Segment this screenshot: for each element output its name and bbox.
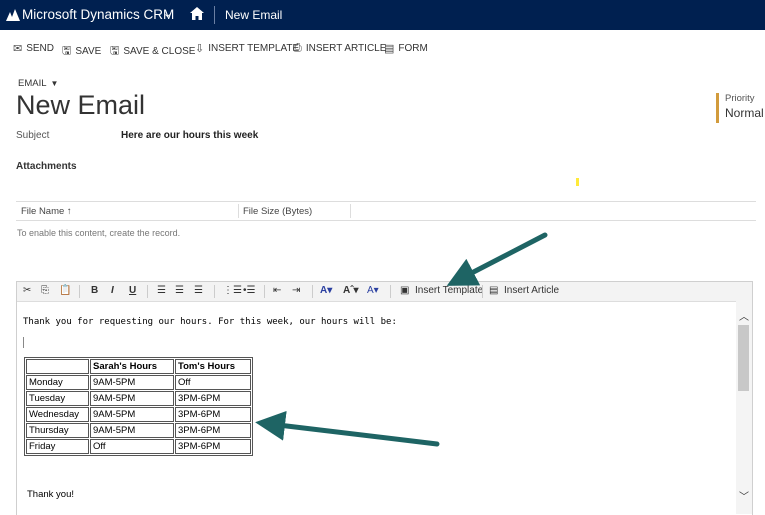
annotation-arrow-to-insert-template (446, 232, 548, 286)
annotation-arrows (255, 232, 548, 447)
annotation-arrow-to-table (255, 410, 440, 447)
